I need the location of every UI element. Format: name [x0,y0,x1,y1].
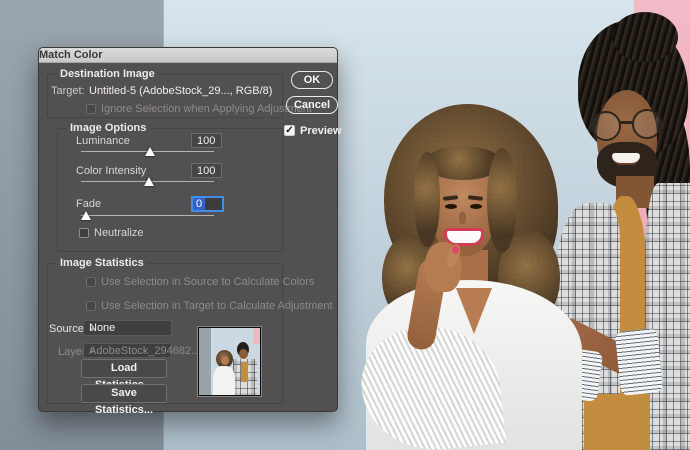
color-intensity-slider-thumb[interactable] [144,177,154,186]
woman-eye-right [470,204,482,209]
man-blazer-right [645,183,690,450]
layer-dropdown-chevron-icon: ∨ [89,346,95,355]
dialog-titlebar[interactable]: Match Color [39,48,337,63]
cancel-button[interactable]: Cancel [286,96,338,114]
man-glasses-left-lens [591,111,621,141]
thumbnail-pink-wall [253,328,261,344]
color-intensity-input[interactable] [191,163,222,178]
source-dropdown[interactable]: None ∨ [83,320,172,336]
fade-slider-thumb[interactable] [81,211,91,220]
neutralize-checkbox[interactable] [79,228,89,238]
woman-thumbnail-polish [452,246,459,254]
woman-side-curl-left [414,152,440,247]
image-statistics-legend: Image Statistics [56,257,148,269]
man-sweater-lower [584,394,650,450]
thumbnail-woman-blouse [213,366,235,396]
use-target-label: Use Selection in Target to Calculate Adj… [101,300,333,312]
destination-image-legend: Destination Image [56,68,159,80]
load-statistics-button[interactable]: Load Statistics... [81,359,167,378]
fade-value-selected-text: 0 [193,198,205,210]
use-source-checkbox [86,277,96,287]
layer-dropdown-value: AdobeStock_294682... [89,345,200,357]
luminance-label: Luminance [76,135,130,147]
luminance-input[interactable] [191,133,222,148]
man-glasses-bridge [619,121,634,124]
man-glasses-right-lens [632,109,662,139]
use-source-label: Use Selection in Source to Calculate Col… [101,276,314,288]
thumbnail-man-face [239,349,248,359]
woman-nose [459,212,466,224]
neutralize-label: Neutralize [94,227,144,239]
woman-side-curl-right [487,148,517,253]
color-intensity-label: Color Intensity [76,165,146,177]
fade-slider-track[interactable] [81,215,214,216]
save-statistics-button[interactable]: Save Statistics... [81,384,167,403]
woman-eye-left [445,204,457,209]
target-label: Target: [51,85,85,97]
image-options-legend: Image Options [66,122,150,134]
source-label: Source: [49,323,87,335]
man-smile [612,153,640,165]
dialog-title: Match Color [39,48,103,63]
fade-input[interactable]: 0 [191,196,224,212]
man-hair-bun [612,12,678,62]
ok-button[interactable]: OK [291,71,333,89]
ignore-selection-label: Ignore Selection when Applying Adjustmen… [101,103,312,115]
thumbnail-wall-gray [199,328,211,396]
luminance-slider-thumb[interactable] [145,147,155,156]
fade-label: Fade [76,198,101,210]
thumbnail-man-sweater [241,362,248,382]
preview-label: Preview [300,125,342,137]
thumbnail-woman-face [221,356,229,365]
screenshot-root: Match Color Destination Image Target: Un… [0,0,690,450]
target-value: Untitled-5 (AdobeStock_29..., RGB/8) [89,85,272,97]
man-shirt-cuff-right [615,328,663,396]
source-dropdown-chevron-icon: ∨ [89,324,95,333]
preview-checkbox[interactable]: ✓ [284,125,295,136]
ignore-selection-checkbox [86,104,96,114]
match-color-dialog: Match Color Destination Image Target: Un… [38,47,338,412]
layer-dropdown: AdobeStock_294682... ∨ [83,343,172,358]
use-target-checkbox [86,301,96,311]
source-image-thumbnail [198,327,261,396]
preview-checkmark-icon: ✓ [285,125,293,136]
